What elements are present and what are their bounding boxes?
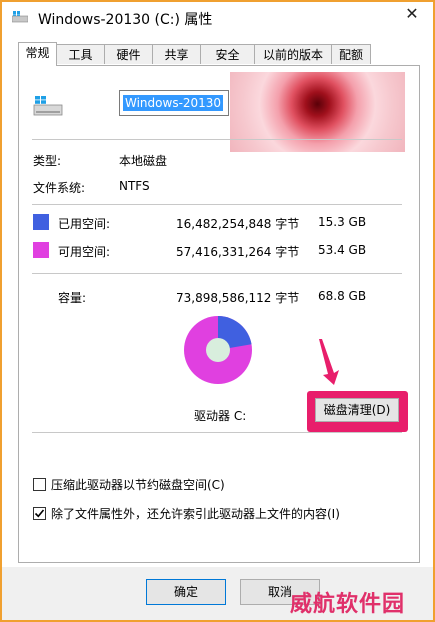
used-space-swatch: [33, 214, 49, 230]
compress-label: 压缩此驱动器以节约磁盘空间(C): [51, 478, 225, 492]
drive-name-value: Windows-20130: [123, 95, 224, 111]
index-checkbox[interactable]: [33, 507, 46, 520]
drive-icon: [12, 11, 28, 23]
capacity-label: 容量:: [58, 291, 87, 305]
separator: [32, 273, 402, 274]
separator: [32, 432, 402, 433]
tab-tools[interactable]: 工具: [56, 44, 105, 64]
filesystem-value: NTFS: [119, 179, 150, 193]
tab-quota[interactable]: 配额: [331, 44, 371, 64]
tab-general[interactable]: 常规: [18, 42, 57, 66]
free-space-swatch: [33, 242, 49, 258]
capacity-bytes: 73,898,586,112 字节: [176, 291, 300, 305]
tab-security[interactable]: 安全: [200, 44, 255, 64]
close-icon[interactable]: ✕: [403, 5, 421, 23]
used-space-gb: 15.3 GB: [318, 215, 367, 229]
overlay-image: [230, 72, 405, 152]
separator: [32, 139, 402, 140]
tab-sharing[interactable]: 共享: [152, 44, 201, 64]
separator: [32, 204, 402, 205]
tab-hardware[interactable]: 硬件: [104, 44, 153, 64]
pie-center: [206, 338, 230, 362]
used-space-label: 已用空间:: [58, 217, 111, 231]
title-bar: Windows-20130 (C:) 属性 ✕: [2, 2, 433, 34]
used-space-bytes: 16,482,254,848 字节: [176, 217, 300, 231]
capacity-gb: 68.8 GB: [318, 289, 367, 303]
disk-cleanup-button[interactable]: 磁盘清理(D): [315, 398, 399, 422]
index-label: 除了文件属性外，还允许索引此驱动器上文件的内容(I): [51, 507, 340, 521]
drive-large-icon: [33, 96, 63, 116]
free-space-label: 可用空间:: [58, 245, 111, 259]
disk-usage-pie: [184, 316, 252, 384]
watermark-logo: 威航软件园: [290, 591, 406, 617]
free-space-bytes: 57,416,331,264 字节: [176, 245, 300, 259]
drive-name-field[interactable]: Windows-20130: [119, 90, 229, 116]
pointer-arrow-icon: [319, 339, 339, 385]
drive-letter-label: 驱动器 C:: [194, 409, 247, 423]
properties-window: Windows-20130 (C:) 属性 ✕ 常规 工具 硬件 共享 安全 以…: [0, 0, 435, 622]
tab-previous-versions[interactable]: 以前的版本: [254, 44, 332, 64]
compress-checkbox[interactable]: [33, 478, 46, 491]
window-title: Windows-20130 (C:) 属性: [38, 12, 213, 28]
ok-button[interactable]: 确定: [146, 579, 226, 605]
free-space-gb: 53.4 GB: [318, 243, 367, 257]
type-label: 类型:: [33, 154, 62, 168]
type-value: 本地磁盘: [119, 154, 168, 168]
filesystem-label: 文件系统:: [33, 181, 86, 195]
